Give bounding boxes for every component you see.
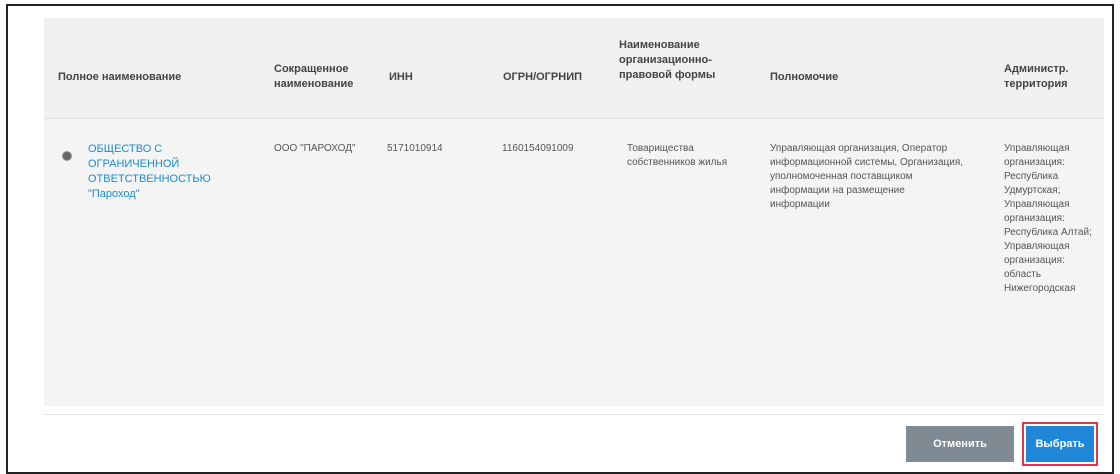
- organizations-table: Полное наименование Сокращенное наименов…: [44, 18, 1104, 406]
- table-header: Полное наименование Сокращенное наименов…: [44, 18, 1104, 118]
- column-header-authority: Полномочие: [770, 71, 839, 83]
- column-header-ogrn: ОГРН/ОГРНИП: [503, 71, 583, 83]
- column-header-full-name: Полное наименование: [58, 71, 182, 83]
- organization-authority: Управляющая организация, Оператор информ…: [770, 143, 964, 210]
- column-header-territory: Администр. территория: [1004, 63, 1069, 90]
- footer-divider: [44, 414, 1104, 415]
- select-button-label: Выбрать: [1026, 426, 1094, 462]
- column-header-inn: ИНН: [389, 71, 413, 83]
- organization-inn: 5171010914: [387, 143, 443, 154]
- cancel-button[interactable]: Отменить: [906, 426, 1014, 462]
- organization-territory: Управляющая организация: Республика Удму…: [1004, 143, 1092, 294]
- organization-full-name-link[interactable]: ОБЩЕСТВО С ОГРАНИЧЕННОЙ ОТВЕТСТВЕННОСТЬЮ…: [88, 142, 253, 202]
- header-divider: [44, 118, 1104, 119]
- column-header-short-name: Сокращенное наименование: [274, 63, 354, 90]
- select-button[interactable]: Выбрать: [1022, 422, 1098, 466]
- organization-select-dialog: Полное наименование Сокращенное наименов…: [6, 4, 1114, 474]
- organization-legal-form: Товарищества собственников жилья: [627, 143, 728, 168]
- row-select-radio[interactable]: [62, 151, 72, 161]
- organization-short-name: ООО "ПАРОХОД": [274, 143, 356, 154]
- organization-ogrn: 1160154091009: [502, 143, 574, 154]
- column-header-legal-form: Наименование организационно-правовой фор…: [619, 39, 716, 81]
